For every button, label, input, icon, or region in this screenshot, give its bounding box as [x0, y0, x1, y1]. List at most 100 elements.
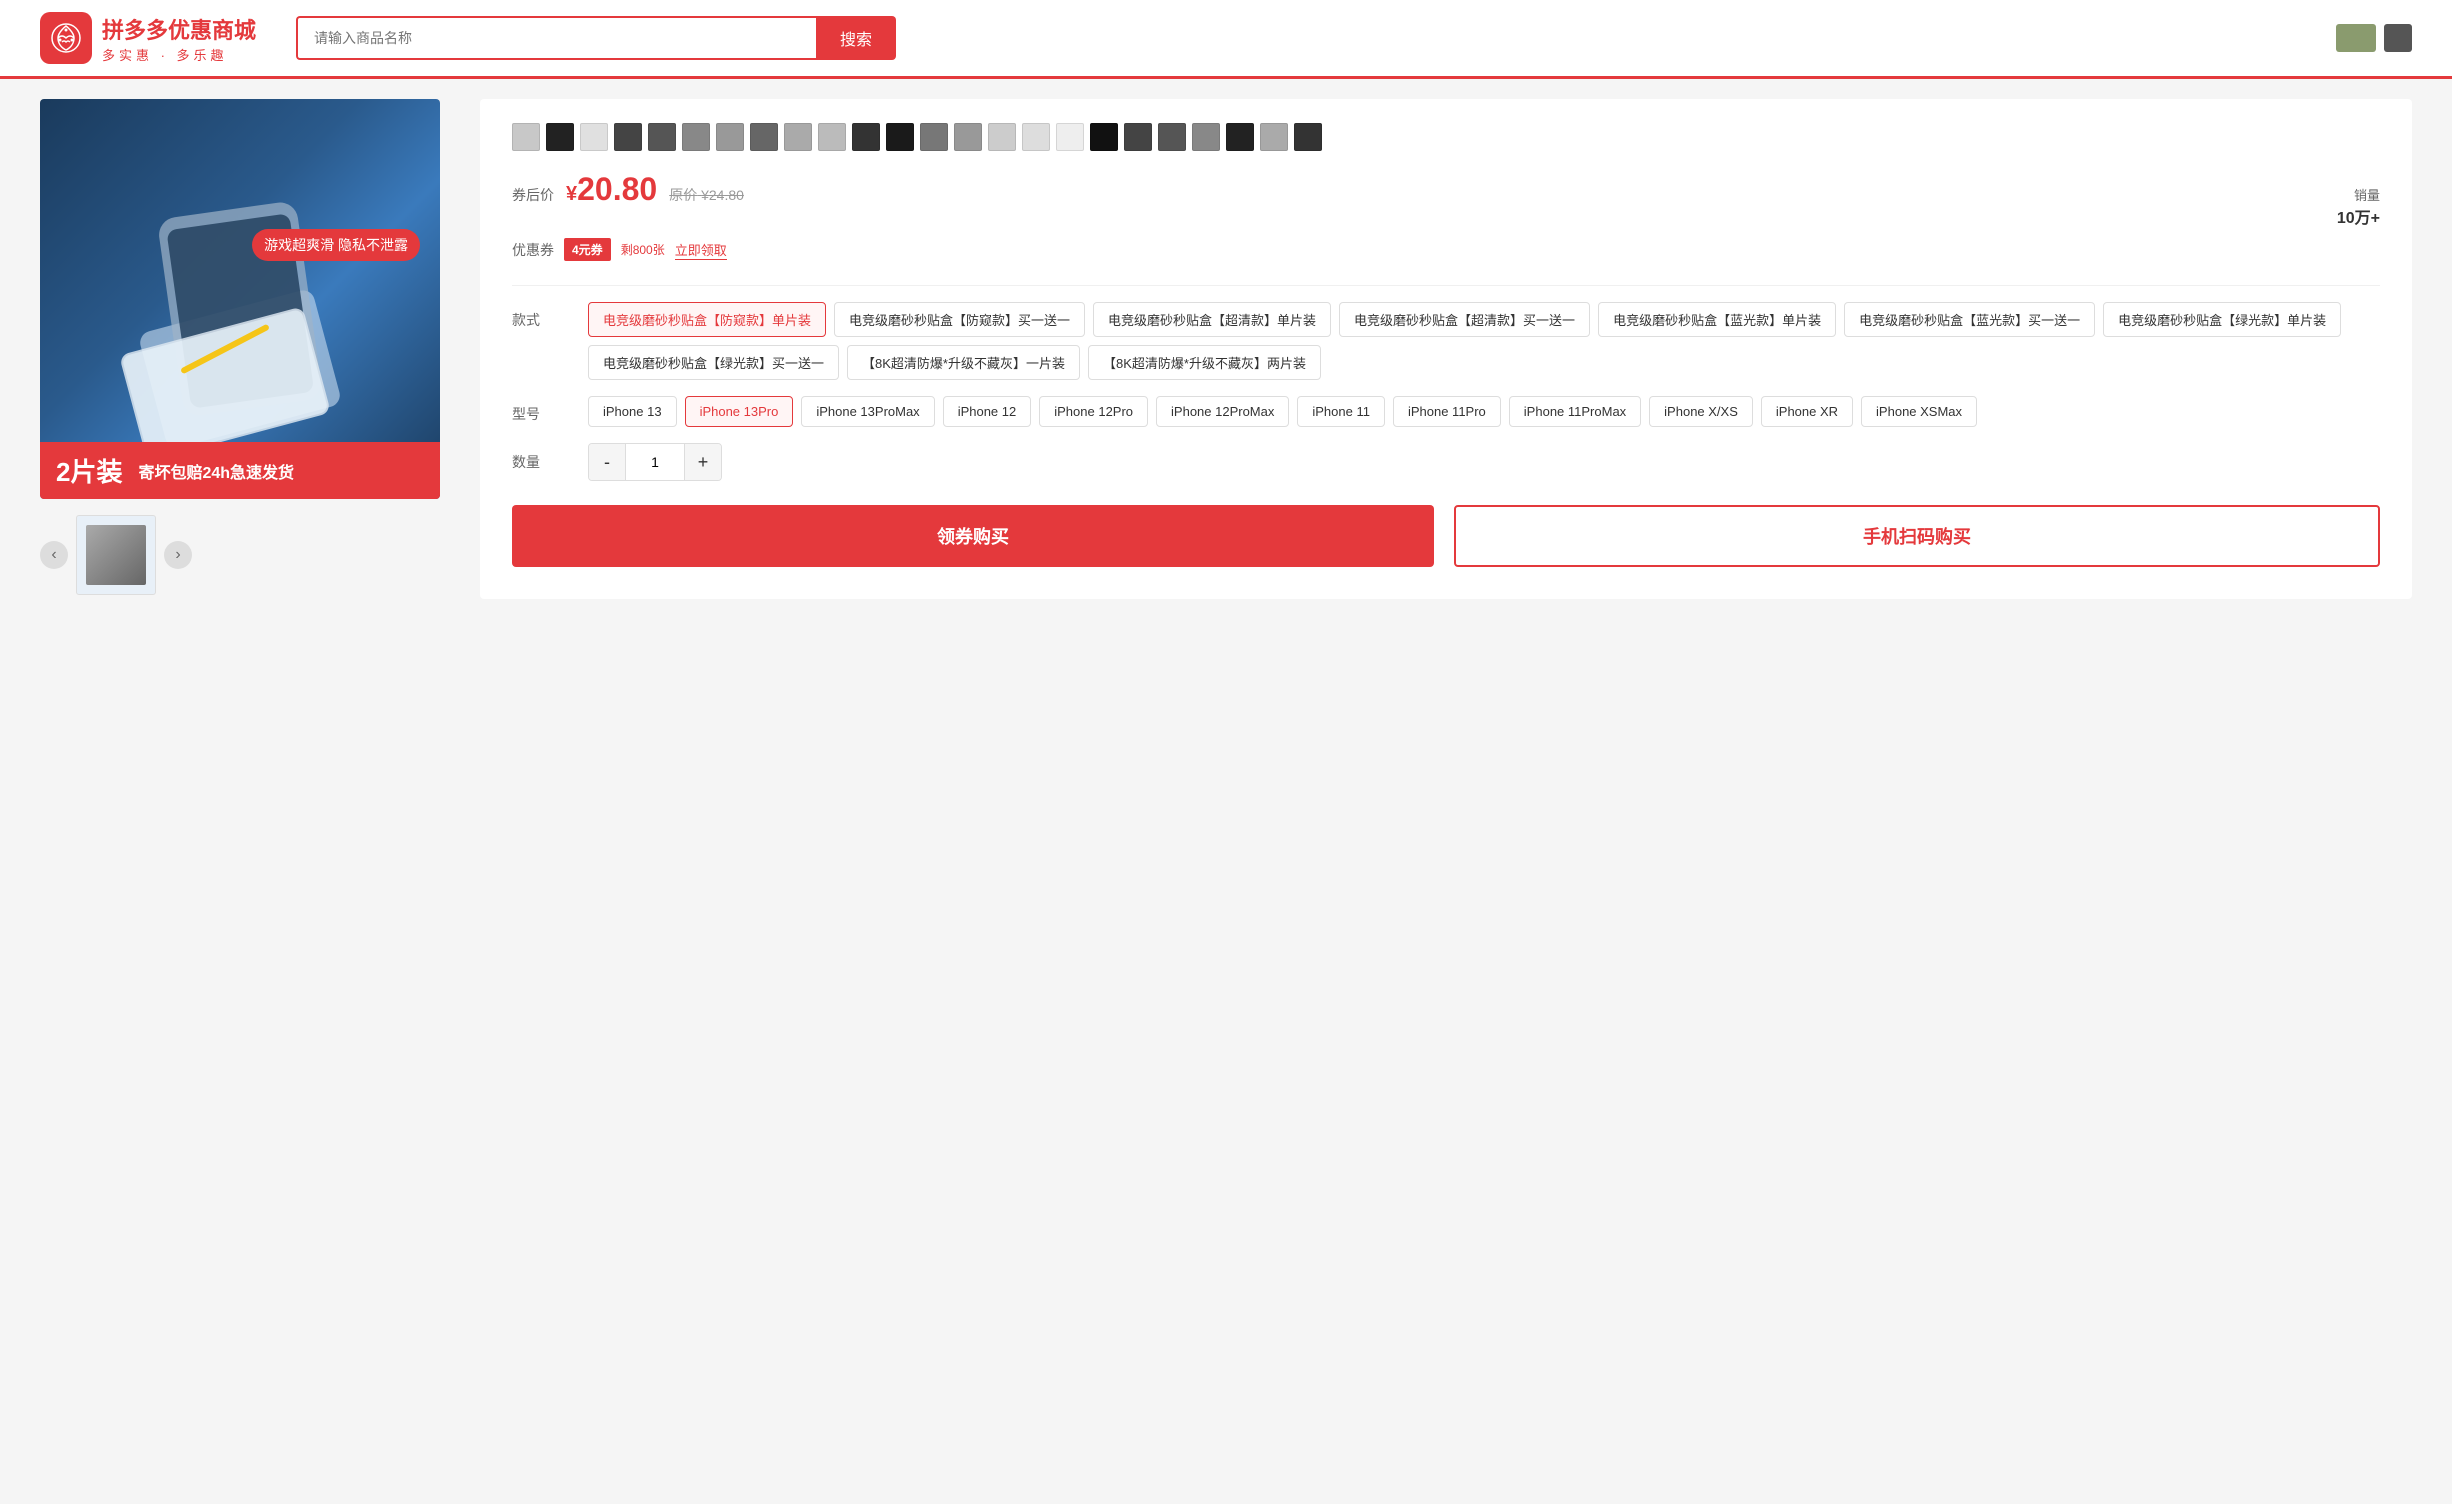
product-gallery: 游戏超爽滑 隐私不泄露 2片装 寄坏包赔24h急速发货 ‹ ›: [40, 99, 460, 599]
search-area: 搜索: [296, 16, 896, 60]
price-value: 20.80: [577, 171, 657, 207]
logo-subtitle: 多实惠 · 多乐趣: [102, 45, 256, 64]
style-option-row: 款式 电竞级磨砂秒贴盒【防窥款】单片装电竞级磨砂秒贴盒【防窥款】买一送一电竞级磨…: [512, 302, 2380, 380]
model-tag-8[interactable]: iPhone 11ProMax: [1509, 396, 1641, 427]
thumbnail-row: ‹ ›: [40, 511, 460, 599]
color-swatch-19[interactable]: [1158, 123, 1186, 151]
search-button[interactable]: 搜索: [816, 16, 896, 60]
menu-icon[interactable]: [2384, 24, 2412, 52]
coupon-remain: 剩800张: [621, 241, 665, 258]
color-swatch-1[interactable]: [546, 123, 574, 151]
color-swatch-12[interactable]: [920, 123, 948, 151]
sales-count: 销量 10万+: [2337, 185, 2380, 228]
color-swatch-15[interactable]: [1022, 123, 1050, 151]
style-tag-2[interactable]: 电竞级磨砂秒贴盒【超清款】单片装: [1093, 302, 1331, 337]
model-tag-5[interactable]: iPhone 12ProMax: [1156, 396, 1289, 427]
logo-icon: [40, 12, 92, 64]
next-thumbnail-btn[interactable]: ›: [164, 541, 192, 569]
style-label: 款式: [512, 302, 572, 330]
style-tag-1[interactable]: 电竞级磨砂秒贴盒【防窥款】买一送一: [834, 302, 1085, 337]
coupon-row: 优惠券 4元券 剩800张 立即领取: [512, 238, 2380, 261]
prev-thumbnail-btn[interactable]: ‹: [40, 541, 68, 569]
color-swatch-8[interactable]: [784, 123, 812, 151]
product-detail: 券后价 ¥20.80 原价 ¥24.80 销量 10万+ 优惠券 4元券 剩80…: [480, 99, 2412, 599]
style-tag-3[interactable]: 电竞级磨砂秒贴盒【超清款】买一送一: [1339, 302, 1590, 337]
header-right: [2336, 24, 2412, 52]
quantity-plus-btn[interactable]: +: [685, 444, 721, 480]
style-tags: 电竞级磨砂秒贴盒【防窥款】单片装电竞级磨砂秒贴盒【防窥款】买一送一电竞级磨砂秒贴…: [588, 302, 2380, 380]
color-swatch-16[interactable]: [1056, 123, 1084, 151]
color-swatches: [512, 123, 2380, 151]
product-overlay: 2片装 寄坏包赔24h急速发货: [40, 442, 440, 499]
style-tag-8[interactable]: 【8K超清防爆*升级不藏灰】一片装: [847, 345, 1080, 380]
style-tag-5[interactable]: 电竞级磨砂秒贴盒【蓝光款】买一送一: [1844, 302, 2095, 337]
model-tags: iPhone 13 iPhone 13ProiPhone 13ProMax iPho…: [588, 396, 2380, 427]
quantity-minus-btn[interactable]: -: [589, 444, 625, 480]
color-swatch-9[interactable]: [818, 123, 846, 151]
coupon-tag: 4元券: [564, 238, 611, 261]
price-original-label: 原价: [669, 187, 697, 203]
price-original-value: ¥24.80: [701, 187, 744, 203]
color-swatch-11[interactable]: [886, 123, 914, 151]
style-tag-7[interactable]: 电竞级磨砂秒贴盒【绿光款】买一送一: [588, 345, 839, 380]
style-tag-9[interactable]: 【8K超清防爆*升级不藏灰】两片装: [1088, 345, 1321, 380]
style-tag-4[interactable]: 电竞级磨砂秒贴盒【蓝光款】单片装: [1598, 302, 1836, 337]
price-yuan-symbol: ¥: [566, 183, 577, 205]
price-current: ¥20.80: [566, 171, 657, 208]
logo-text: 拼多多优惠商城 多实惠 · 多乐趣: [102, 13, 256, 64]
color-swatch-4[interactable]: [648, 123, 676, 151]
model-tag-11[interactable]: iPhone XSMax: [1861, 396, 1977, 427]
coupon-claim-btn[interactable]: 立即领取: [675, 240, 727, 260]
model-tag-9[interactable]: iPhone X/XS: [1649, 396, 1753, 427]
color-swatch-0[interactable]: [512, 123, 540, 151]
model-option-row: 型号 iPhone 13iPhone 13ProiPhone 13ProMaxi…: [512, 396, 2380, 427]
main-product-image: 游戏超爽滑 隐私不泄露 2片装 寄坏包赔24h急速发货: [40, 99, 440, 499]
color-swatch-5[interactable]: [682, 123, 710, 151]
model-tag-10[interactable]: iPhone XR: [1761, 396, 1853, 427]
color-swatch-23[interactable]: [1294, 123, 1322, 151]
model-tag-4[interactable]: iPhone 12Pro: [1039, 396, 1148, 427]
price-original: 原价 ¥24.80: [669, 185, 744, 205]
price-label: 券后价: [512, 185, 554, 205]
style-tag-0[interactable]: 电竞级磨砂秒贴盒【防窥款】单片装: [588, 302, 826, 337]
main-content: 游戏超爽滑 隐私不泄露 2片装 寄坏包赔24h急速发货 ‹ › 券后价 ¥20.…: [0, 79, 2452, 619]
logo-title: 拼多多优惠商城: [102, 13, 256, 45]
model-label: 型号: [512, 396, 572, 424]
sales-label: 销量: [2337, 185, 2380, 204]
coupon-label: 优惠券: [512, 240, 554, 260]
color-swatch-6[interactable]: [716, 123, 744, 151]
search-input[interactable]: [296, 16, 816, 60]
color-swatch-17[interactable]: [1090, 123, 1118, 151]
coupon-buy-btn[interactable]: 领券购买: [512, 505, 1434, 567]
thumbnail-1[interactable]: [76, 515, 156, 595]
model-tag-2[interactable]: iPhone 13ProMax: [801, 396, 934, 427]
user-avatar[interactable]: [2336, 24, 2376, 52]
color-swatch-3[interactable]: [614, 123, 642, 151]
color-swatch-20[interactable]: [1192, 123, 1220, 151]
model-tag-6[interactable]: iPhone 11: [1297, 396, 1385, 427]
model-tag-3[interactable]: iPhone 12: [943, 396, 1032, 427]
model-tag-7[interactable]: iPhone 11Pro: [1393, 396, 1501, 427]
logo-area: 拼多多优惠商城 多实惠 · 多乐趣: [40, 12, 256, 64]
model-tag-0[interactable]: iPhone 13: [588, 396, 677, 427]
quantity-input[interactable]: [625, 444, 685, 480]
quantity-row: 数量 - +: [512, 443, 2380, 481]
price-row: 券后价 ¥20.80 原价 ¥24.80 销量 10万+: [512, 171, 2380, 228]
quantity-control: - +: [588, 443, 722, 481]
quantity-label: 数量: [512, 452, 572, 472]
color-swatch-7[interactable]: [750, 123, 778, 151]
badge-2pcs: 2片装: [56, 452, 122, 489]
color-swatch-10[interactable]: [852, 123, 880, 151]
divider-1: [512, 285, 2380, 286]
color-swatch-21[interactable]: [1226, 123, 1254, 151]
style-tag-6[interactable]: 电竞级磨砂秒贴盒【绿光款】单片装: [2103, 302, 2341, 337]
color-swatch-22[interactable]: [1260, 123, 1288, 151]
badge-shipping: 寄坏包赔24h急速发货: [138, 459, 294, 483]
color-swatch-2[interactable]: [580, 123, 608, 151]
header: 拼多多优惠商城 多实惠 · 多乐趣 搜索: [0, 0, 2452, 79]
model-tag-1[interactable]: iPhone 13Pro: [685, 396, 794, 427]
color-swatch-14[interactable]: [988, 123, 1016, 151]
color-swatch-18[interactable]: [1124, 123, 1152, 151]
scan-buy-btn[interactable]: 手机扫码购买: [1454, 505, 2380, 567]
color-swatch-13[interactable]: [954, 123, 982, 151]
